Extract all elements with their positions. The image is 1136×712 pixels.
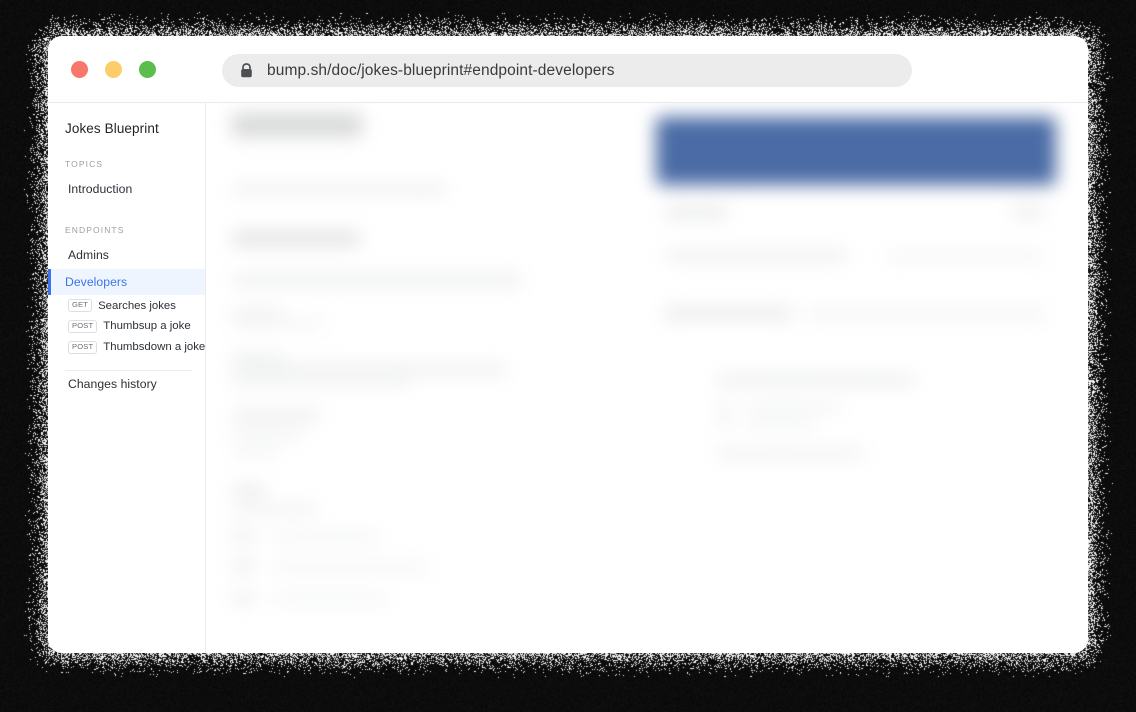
close-button[interactable] (71, 61, 88, 78)
blurred-text-block (716, 449, 866, 458)
minimize-button[interactable] (105, 61, 122, 78)
sidebar-operation-thumbsdown-a-joke[interactable]: POST Thumbsdown a joke (48, 337, 205, 358)
blurred-code-panel (656, 117, 1056, 185)
browser-window: bump.sh/doc/jokes-blueprint#endpoint-dev… (48, 36, 1088, 653)
sidebar-operation-label: Thumbsdown a joke (103, 341, 206, 354)
http-method-badge-get: GET (68, 299, 93, 313)
blurred-document-body (206, 103, 1088, 653)
blurred-text-block (270, 533, 380, 541)
blurred-text-block (232, 365, 507, 374)
address-bar[interactable]: bump.sh/doc/jokes-blueprint#endpoint-dev… (222, 54, 912, 87)
blurred-text-block (232, 319, 324, 327)
sidebar-operation-label: Thumbsup a joke (103, 320, 191, 333)
blurred-text-block (232, 353, 284, 362)
blurred-text-block (664, 308, 792, 319)
lock-icon (241, 63, 252, 78)
blurred-text-block (806, 310, 1046, 318)
doc-sidebar: Jokes Blueprint TOPICS Introduction ENDPOI… (48, 103, 206, 653)
sidebar-item-developers[interactable]: Developers (48, 268, 205, 296)
blurred-text-block (232, 593, 254, 604)
sidebar-section-label-topics: TOPICS (65, 159, 104, 169)
blurred-text-block (232, 379, 412, 387)
blurred-text-block (746, 419, 816, 427)
http-method-badge-post: POST (68, 320, 98, 333)
blurred-text-block (232, 185, 447, 194)
blurred-text-block (664, 208, 728, 217)
blurred-text-block (232, 113, 362, 137)
window-controls (71, 61, 156, 78)
sidebar-section-label-endpoints: ENDPOINTS (65, 225, 125, 236)
maximize-button[interactable] (139, 61, 156, 78)
doc-content-area (206, 103, 1088, 653)
blurred-text-block (232, 275, 522, 285)
browser-viewport: Jokes Blueprint TOPICS Introduction ENDPOI… (48, 103, 1088, 653)
blurred-text-block (664, 251, 849, 260)
blurred-text-block (232, 431, 302, 439)
blurred-text-block (232, 411, 320, 421)
blurred-text-block (232, 308, 282, 317)
blurred-text-block (716, 375, 916, 385)
blurred-text-block (232, 485, 266, 496)
blurred-text-block (270, 563, 430, 571)
blurred-text-block (716, 418, 732, 426)
browser-titlebar: bump.sh/doc/jokes-blueprint#endpoint-dev… (48, 36, 1088, 103)
sidebar-item-admins[interactable]: Admins (48, 242, 205, 268)
sidebar-item-introduction[interactable]: Introduction (48, 176, 205, 202)
blurred-text-block (232, 505, 318, 514)
blurred-text-block (232, 561, 254, 572)
sidebar-operation-thumbsup-a-joke[interactable]: POST Thumbsup a joke (48, 316, 205, 337)
address-bar-url: bump.sh/doc/jokes-blueprint#endpoint-dev… (267, 61, 615, 79)
blurred-text-block (232, 231, 360, 246)
blurred-text-block (716, 403, 732, 411)
blurred-text-block (746, 403, 842, 411)
sidebar-operation-label: Searches jokes (98, 299, 176, 312)
blurred-text-block (232, 448, 278, 456)
sidebar-item-changes-history[interactable]: Changes history (48, 371, 205, 397)
doc-title: Jokes Blueprint (65, 121, 159, 136)
blurred-text-block (1011, 208, 1045, 217)
sidebar-operation-searches-jokes[interactable]: GET Searches jokes (48, 295, 205, 316)
blurred-text-block (270, 595, 388, 603)
http-method-badge-post: POST (68, 340, 98, 354)
blurred-text-block (232, 531, 254, 542)
blurred-text-block (886, 253, 1046, 260)
